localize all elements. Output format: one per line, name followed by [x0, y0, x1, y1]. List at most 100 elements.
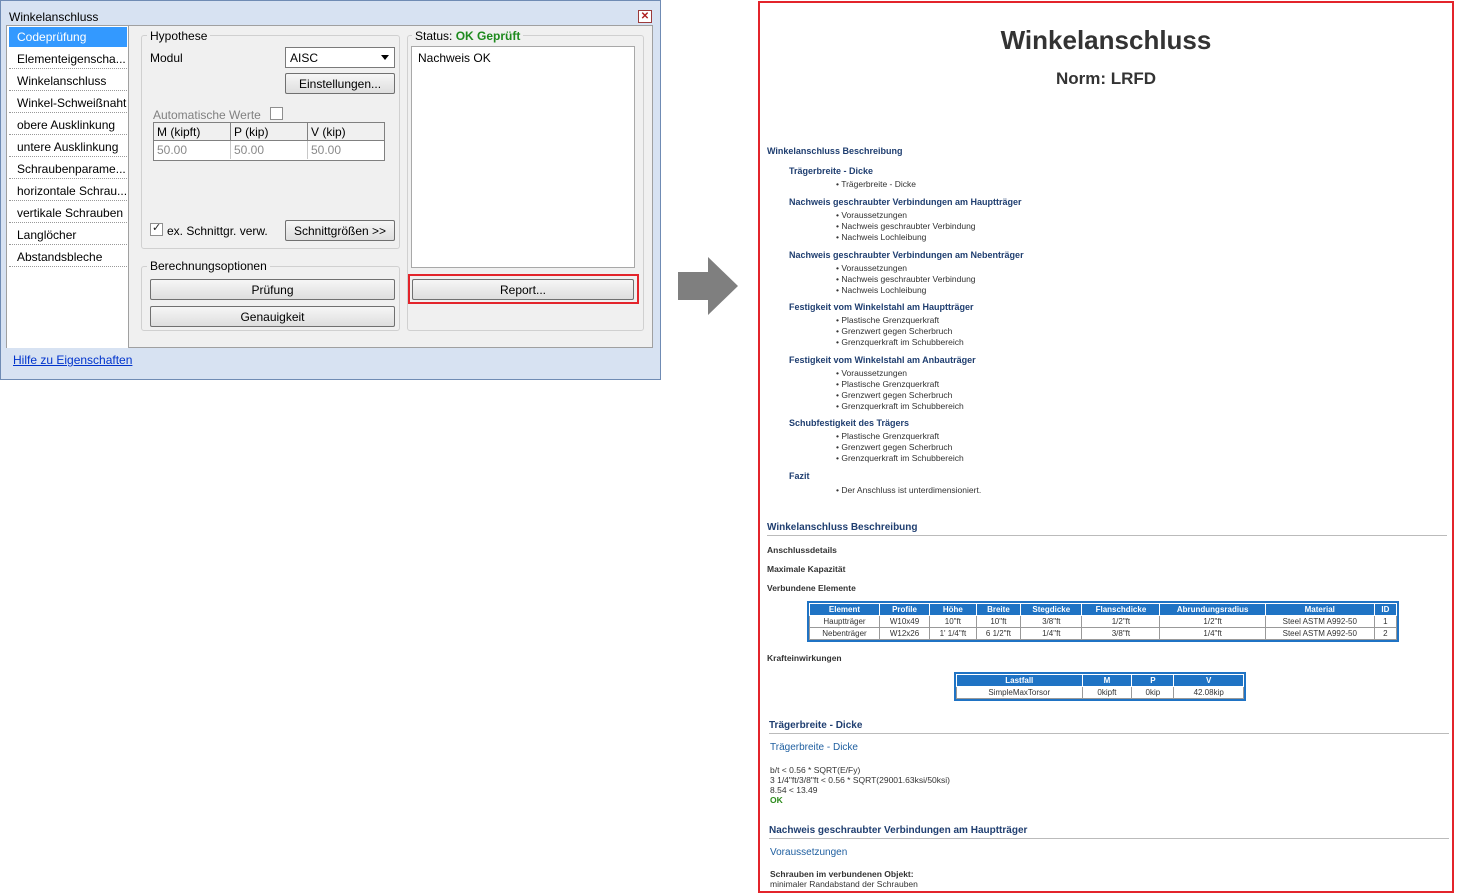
elements-header: Element	[809, 603, 880, 616]
elements-cell: 3/8"ft	[1081, 627, 1161, 640]
load-header: P	[1131, 674, 1175, 687]
load-cell: 0kipft	[1081, 686, 1133, 699]
elements-header: Profile	[878, 603, 931, 616]
table-row: Hauptträger W10x49 10"ft 10"ft 3/8"ft 1/2"ft 1…	[809, 615, 1398, 628]
report-panel: Winkelanschluss Norm: LRFD Winkelanschlu…	[758, 1, 1454, 893]
chevron-down-icon	[381, 55, 389, 60]
status-textbox[interactable]: Nachweis OK	[411, 46, 635, 268]
elements-header: Flanschdicke	[1081, 603, 1161, 616]
table-header-p: P (kip)	[231, 123, 308, 141]
report-subtitle: Norm: LRFD	[1055, 69, 1157, 88]
load-header: V	[1173, 674, 1244, 687]
toc-item[interactable]: • Voraussetzungen	[836, 368, 907, 378]
auto-values-checkbox[interactable]	[270, 107, 283, 120]
table-header-m: M (kipft)	[154, 123, 231, 141]
toc-section[interactable]: Fazit	[789, 471, 810, 481]
accuracy-button[interactable]: Genauigkeit	[150, 306, 395, 327]
toc-item[interactable]: • Plastische Grenzquerkraft	[836, 431, 939, 441]
values-table: M (kipft) P (kip) V (kip) 50.00 50.00 50…	[153, 122, 385, 161]
ex-label: ex. Schnittgr. verw.	[167, 224, 268, 238]
load-header: M	[1081, 674, 1133, 687]
elements-cell: Steel ASTM A992-50	[1264, 615, 1375, 628]
elements-cell: 10"ft	[975, 615, 1022, 628]
toc-section[interactable]: Nachweis geschraubter Verbindungen am Ha…	[789, 197, 1022, 207]
connected-elements-label: Verbundene Elemente	[767, 583, 856, 593]
bolts-line: minimaler Randabstand der Schrauben	[770, 879, 918, 889]
toc-item[interactable]: • Voraussetzungen	[836, 210, 907, 220]
nav-item-untere-ausklinkung[interactable]: untere Ausklinkung	[9, 137, 127, 157]
toc-item[interactable]: • Grenzquerkraft im Schubbereich	[836, 453, 964, 463]
elements-cell: 6 1/2"ft	[975, 627, 1022, 640]
elements-header: Material	[1264, 603, 1375, 616]
auto-values-label: Automatische Werte	[153, 108, 261, 122]
elements-cell: W10x49	[878, 615, 931, 628]
help-link[interactable]: Hilfe zu Eigenschaften	[13, 353, 132, 367]
modul-select[interactable]: AISC	[285, 47, 395, 68]
toc-item[interactable]: • Plastische Grenzquerkraft	[836, 379, 939, 389]
toc-item[interactable]: • Grenzwert gegen Scherbruch	[836, 390, 952, 400]
toc-item[interactable]: • Nachweis Lochleibung	[836, 285, 926, 295]
forces-label: Krafteinwirkungen	[767, 653, 842, 663]
value-p-input[interactable]: 50.00	[231, 141, 308, 159]
nav-item-codepruefung[interactable]: Codeprüfung	[9, 27, 127, 47]
toc-item[interactable]: • Plastische Grenzquerkraft	[836, 315, 939, 325]
ex-checkbox[interactable]	[150, 221, 163, 236]
section-heading: Nachweis geschraubter Verbindungen am Ha…	[769, 825, 1449, 839]
nav-item-schraubenparameter[interactable]: Schraubenparame...	[9, 159, 127, 179]
berechnung-label: Berechnungsoptionen	[147, 259, 270, 273]
toc-section[interactable]: Schubfestigkeit des Trägers	[789, 418, 909, 428]
toc-section[interactable]: Festigkeit vom Winkelstahl am Anbauträge…	[789, 355, 976, 365]
toc-item[interactable]: • Grenzquerkraft im Schubbereich	[836, 401, 964, 411]
anschluss-label: Anschlussdetails	[767, 545, 837, 555]
toc-item[interactable]: • Trägerbreite - Dicke	[836, 179, 916, 189]
load-cell: 42.08kip	[1173, 686, 1244, 699]
nav-item-winkel-schweissnaht[interactable]: Winkel-Schweißnaht	[9, 93, 127, 113]
value-v-input[interactable]: 50.00	[308, 141, 384, 159]
toc-item[interactable]: • Nachweis Lochleibung	[836, 232, 926, 242]
bolts-heading: Schrauben im verbundenen Objekt:	[770, 869, 914, 879]
status-text: Nachweis OK	[418, 51, 491, 65]
status-label: Status:	[415, 29, 453, 43]
toc-item[interactable]: • Der Anschluss ist unterdimensioniert.	[836, 485, 981, 495]
settings-button[interactable]: Einstellungen...	[285, 73, 395, 94]
toc-item[interactable]: • Grenzwert gegen Scherbruch	[836, 326, 952, 336]
check-button[interactable]: Prüfung	[150, 279, 395, 300]
nav-item-horizontale-schrauben[interactable]: horizontale Schrau...	[9, 181, 127, 201]
modul-label: Modul	[150, 51, 183, 65]
schnittgroessen-button[interactable]: Schnittgrößen >>	[285, 220, 395, 241]
elements-cell: 2	[1373, 627, 1398, 640]
toc-item[interactable]: • Nachweis geschraubter Verbindung	[836, 274, 976, 284]
arrow-right-icon	[676, 257, 740, 315]
hypothese-label: Hypothese	[147, 29, 211, 43]
elements-cell: 10"ft	[929, 615, 977, 628]
elements-cell: 1	[1373, 615, 1398, 628]
formula-ok: OK	[770, 795, 783, 805]
toc-item[interactable]: • Nachweis geschraubter Verbindung	[836, 221, 976, 231]
nav-item-obere-ausklinkung[interactable]: obere Ausklinkung	[9, 115, 127, 135]
toc-section[interactable]: Festigkeit vom Winkelstahl am Hauptträge…	[789, 302, 973, 312]
toc-section[interactable]: Nachweis geschraubter Verbindungen am Ne…	[789, 250, 1024, 260]
load-cell: SimpleMaxTorsor	[956, 686, 1083, 699]
elements-header: Stegdicke	[1020, 603, 1083, 616]
elements-cell: 1/4"ft	[1159, 627, 1266, 640]
nav-item-abstandsbleche[interactable]: Abstandsbleche	[9, 247, 127, 267]
section-heading: Trägerbreite - Dicke	[769, 720, 1449, 734]
status-heading: Status: OK Geprüft	[412, 29, 524, 43]
value-m-input[interactable]: 50.00	[154, 141, 231, 159]
modul-value: AISC	[290, 51, 319, 65]
nav-item-elementeigenschaften[interactable]: Elementeigenscha...	[9, 49, 127, 69]
toc-section[interactable]: Trägerbreite - Dicke	[789, 166, 873, 176]
nav-item-winkelanschluss[interactable]: Winkelanschluss	[9, 71, 127, 91]
elements-cell: Steel ASTM A992-50	[1264, 627, 1375, 640]
toc-heading[interactable]: Winkelanschluss Beschreibung	[767, 146, 902, 156]
close-icon[interactable]: ✕	[638, 10, 652, 23]
toc-item[interactable]: • Grenzquerkraft im Schubbereich	[836, 337, 964, 347]
table-row: Nebenträger W12x26 1' 1/4"ft 6 1/2"ft 1/4"ft…	[809, 627, 1398, 640]
toc-item[interactable]: • Voraussetzungen	[836, 263, 907, 273]
section-heading: Winkelanschluss Beschreibung	[767, 522, 1447, 536]
nav-item-langloecher[interactable]: Langlöcher	[9, 225, 127, 245]
nav-item-vertikale-schrauben[interactable]: vertikale Schrauben	[9, 203, 127, 223]
toc-item[interactable]: • Grenzwert gegen Scherbruch	[836, 442, 952, 452]
load-table: Lastfall M P V SimpleMaxTorsor 0kipft 0kip 42.…	[954, 672, 1246, 701]
elements-table: Element Profile Höhe Breite Stegdicke Flansch…	[807, 601, 1399, 642]
